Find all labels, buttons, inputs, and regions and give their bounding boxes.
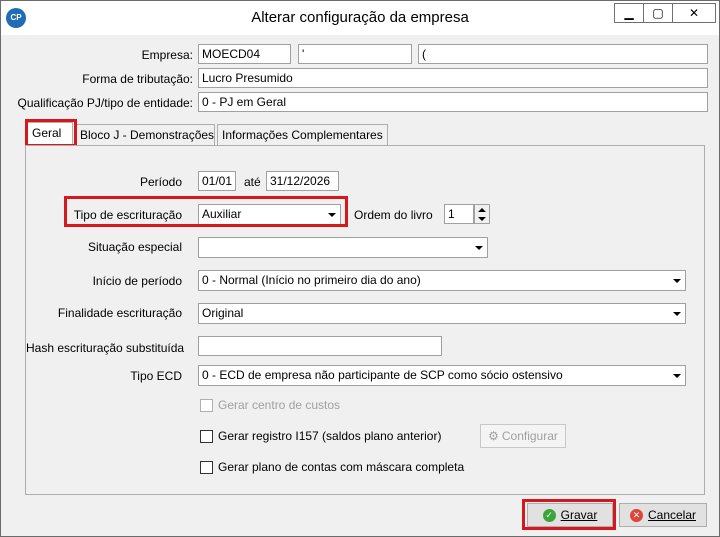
gravar-highlight [522, 499, 616, 530]
close-button[interactable]: ✕ [672, 3, 716, 23]
tab-informacoes-complementares[interactable]: Informações Complementares [217, 124, 388, 145]
hash-label: Hash escrituração substituída [26, 341, 185, 355]
ate-label: até [244, 175, 261, 189]
qualificacao-field[interactable]: 0 - PJ em Geral [198, 92, 708, 112]
maximize-button[interactable]: ▢ [643, 3, 673, 23]
spin-up-icon[interactable] [475, 205, 489, 214]
empresa-code-field[interactable]: MOECD04 [198, 44, 291, 64]
qualificacao-label: Qualificação PJ/tipo de entidade: [17, 96, 193, 110]
spin-down-icon[interactable] [475, 214, 489, 223]
dialog-client: Empresa: MOECD04 ' ( Forma de tributação… [9, 35, 713, 531]
cancelar-button[interactable]: ✕ Cancelar [619, 503, 707, 527]
ordem-livro-spinner[interactable] [474, 204, 490, 224]
ordem-livro-field[interactable]: 1 [444, 204, 474, 224]
configurar-label: Configurar [501, 429, 558, 443]
inicio-periodo-label: Início de período [92, 274, 182, 288]
tipo-ecd-label: Tipo ECD [130, 369, 182, 383]
gerar-centro-custos-label: Gerar centro de custos [218, 398, 341, 412]
tab-bloco-j[interactable]: Bloco J - Demonstrações [75, 124, 215, 145]
finalidade-select[interactable]: Original [198, 303, 686, 324]
gerar-plano-mascara-label: Gerar plano de contas com máscara comple… [218, 460, 465, 474]
chevron-down-icon [669, 305, 684, 322]
empresa-label: Empresa: [141, 48, 193, 62]
chevron-down-icon [669, 272, 684, 289]
tipo-escrituracao-highlight [64, 196, 348, 227]
dialog-window: CP Alterar configuração da empresa ▁ ▢ ✕… [0, 0, 720, 537]
finalidade-label: Finalidade escrituração [57, 306, 182, 320]
tab-geral-highlight [25, 119, 77, 147]
cancelar-label: Cancelar [647, 508, 697, 522]
ordem-livro-label: Ordem do livro [354, 208, 433, 222]
periodo-label: Período [139, 175, 182, 189]
tipo-ecd-select[interactable]: 0 - ECD de empresa não participante de S… [198, 365, 686, 386]
inicio-periodo-select[interactable]: 0 - Normal (Início no primeiro dia do an… [198, 270, 686, 291]
tributacao-label: Forma de tributação: [82, 72, 193, 86]
hash-field[interactable] [198, 336, 442, 356]
window-title: Alterar configuração da empresa [251, 9, 469, 26]
tipo-ecd-value: 0 - ECD de empresa não participante de S… [202, 368, 563, 382]
cancel-icon: ✕ [629, 508, 643, 522]
situacao-especial-select[interactable] [198, 237, 488, 258]
chevron-down-icon [471, 239, 486, 256]
gear-icon: ⚙ [488, 429, 499, 443]
configurar-button[interactable]: ⚙ Configurar [480, 424, 566, 448]
inicio-periodo-value: 0 - Normal (Início no primeiro dia do an… [202, 273, 421, 287]
tab-panel-geral: Período 01/01 até 31/12/2026 Tipo de esc… [25, 145, 705, 495]
title-bar: CP Alterar configuração da empresa ▁ ▢ ✕ [1, 1, 719, 35]
periodo-fim-field[interactable]: 31/12/2026 [266, 171, 339, 191]
empresa-field-2[interactable]: ' [298, 44, 412, 64]
gerar-i157-label: Gerar registro I157 (saldos plano anteri… [218, 429, 442, 443]
tributacao-field[interactable]: Lucro Presumido [198, 68, 708, 88]
gerar-centro-custos-checkbox[interactable] [200, 399, 213, 412]
situacao-especial-label: Situação especial [87, 240, 182, 254]
gerar-plano-mascara-checkbox[interactable] [200, 461, 213, 474]
minimize-button[interactable]: ▁ [614, 3, 644, 23]
chevron-down-icon [669, 367, 684, 384]
gerar-i157-checkbox[interactable] [200, 430, 213, 443]
empresa-field-3[interactable]: ( [418, 44, 708, 64]
finalidade-value: Original [202, 306, 244, 320]
periodo-inicio-field[interactable]: 01/01 [198, 171, 236, 191]
